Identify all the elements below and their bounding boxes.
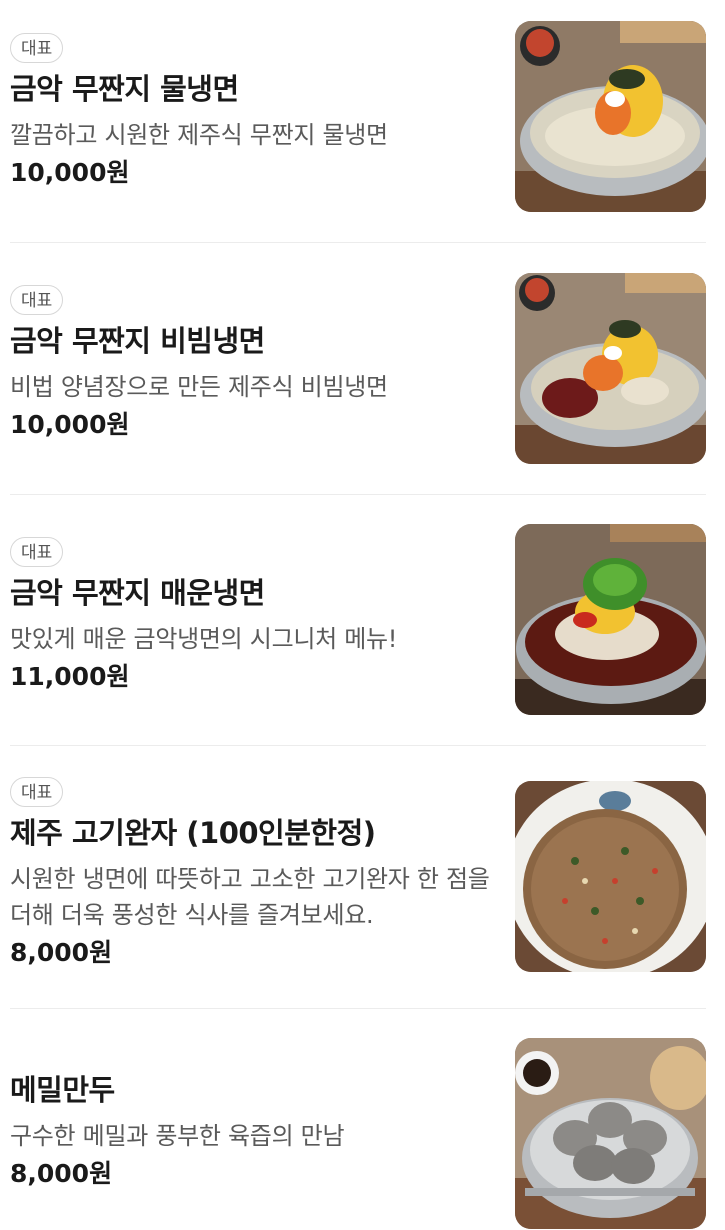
menu-item-description: 구수한 메밀과 풍부한 육즙의 만남 [10, 1122, 345, 1150]
meat-pancake-photo[interactable] [515, 781, 706, 972]
divider [10, 494, 706, 495]
signature-badge: 대표 [10, 537, 64, 567]
menu-item-info: 대표 금악 무짠지 매운냉면 맛있게 매운 금악냉면의 시그니처 메뉴! 11,… [10, 537, 495, 693]
menu-item-name: 금악 무짠지 매운냉면 [10, 576, 265, 610]
menu-item-name: 금악 무짠지 물냉면 [10, 72, 239, 106]
buckwheat-dumpling-image-icon [515, 1038, 706, 1229]
divider [10, 1008, 706, 1009]
signature-badge: 대표 [10, 777, 64, 807]
menu-item-info: 대표 제주 고기완자 (100인분한정) 시원한 냉면에 따뜻하고 고소한 고기… [10, 777, 495, 969]
meat-pancake-image-icon [515, 781, 706, 972]
menu-item-description: 비법 양념장으로 만든 제주식 비빔냉면 [10, 373, 388, 401]
menu-item-info: 대표 금악 무짠지 비빔냉면 비법 양념장으로 만든 제주식 비빔냉면 10,0… [10, 285, 495, 441]
bibim-naengmyeon-photo[interactable] [515, 273, 706, 464]
menu-item-name: 제주 고기완자 (100인분한정) [10, 816, 376, 850]
menu-item-name: 금악 무짠지 비빔냉면 [10, 324, 265, 358]
menu-item-price: 10,000원 [10, 410, 130, 439]
menu-item-info: 메밀만두 구수한 메밀과 풍부한 육즙의 만남 8,000원 [10, 1072, 495, 1190]
signature-badge: 대표 [10, 285, 64, 315]
bibim-naengmyeon-image-icon [515, 273, 706, 464]
buckwheat-dumpling-photo[interactable] [515, 1038, 706, 1229]
mul-naengmyeon-image-icon [515, 21, 706, 212]
menu-item-price: 8,000원 [10, 1159, 113, 1188]
menu-item-description: 시원한 냉면에 따뜻하고 고소한 고기완자 한 점을 더해 더욱 풍성한 식사를… [10, 865, 490, 929]
spicy-naengmyeon-photo[interactable] [515, 524, 706, 715]
mul-naengmyeon-photo[interactable] [515, 21, 706, 212]
spicy-naengmyeon-image-icon [515, 524, 706, 715]
menu-item-name: 메밀만두 [10, 1073, 115, 1107]
divider [10, 745, 706, 746]
menu-item-description: 맛있게 매운 금악냉면의 시그니처 메뉴! [10, 625, 398, 653]
menu-item-price: 11,000원 [10, 662, 130, 691]
divider [10, 242, 706, 243]
menu-item-price: 10,000원 [10, 158, 130, 187]
signature-badge: 대표 [10, 33, 64, 63]
menu-list: 대표 금악 무짠지 물냉면 깔끔하고 시원한 제주식 무짠지 물냉면 10,00… [0, 0, 725, 1230]
menu-item-price: 8,000원 [10, 938, 113, 967]
menu-item-description: 깔끔하고 시원한 제주식 무짠지 물냉면 [10, 121, 388, 149]
menu-item-info: 대표 금악 무짠지 물냉면 깔끔하고 시원한 제주식 무짠지 물냉면 10,00… [10, 33, 495, 189]
